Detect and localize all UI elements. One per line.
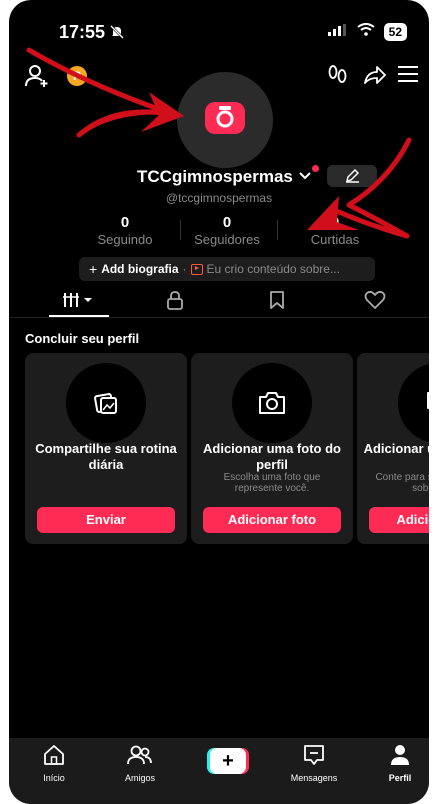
notification-dot bbox=[312, 165, 319, 172]
signal-icon bbox=[327, 23, 348, 41]
card-add-bio: Adicionar uma biografia Conte para seus … bbox=[357, 353, 429, 544]
bio-pill[interactable]: + Add biografia · Eu crio conteúdo sobre… bbox=[79, 257, 375, 281]
nav-label: Início bbox=[43, 773, 65, 783]
card-icon-circle bbox=[66, 363, 146, 443]
section-title: Concluir seu perfil bbox=[25, 331, 140, 346]
stat-value: 0 bbox=[120, 214, 130, 231]
footprints-icon[interactable] bbox=[327, 64, 349, 91]
nav-friends[interactable]: Amigos bbox=[105, 744, 175, 783]
home-icon bbox=[42, 745, 66, 770]
stat-label: Seguindo bbox=[97, 232, 153, 247]
silent-bell-icon bbox=[109, 24, 125, 45]
lock-icon bbox=[165, 290, 185, 315]
card-description: Escolha uma foto que represente você. bbox=[223, 472, 321, 494]
plus-icon: + bbox=[210, 748, 246, 774]
video-icon bbox=[190, 263, 203, 275]
tab-liked[interactable] bbox=[345, 288, 405, 316]
stat-likes[interactable]: 0 Curtidas bbox=[285, 214, 385, 247]
nav-profile[interactable]: Perfil bbox=[365, 744, 429, 783]
nav-label: Amigos bbox=[124, 773, 155, 783]
bookmark-icon bbox=[268, 290, 286, 315]
grid-icon bbox=[62, 291, 96, 314]
menu-icon[interactable] bbox=[397, 64, 419, 89]
nav-label: Mensagens bbox=[290, 773, 338, 783]
photos-icon bbox=[93, 390, 119, 421]
stat-following[interactable]: 0 Seguindo bbox=[75, 214, 175, 247]
add-friend-icon[interactable] bbox=[25, 64, 51, 93]
nav-messages[interactable]: Mensagens bbox=[279, 744, 349, 783]
card-title: Adicionar uma biografia bbox=[363, 441, 429, 456]
phone-screen: 17:55 52 P TCCgimnospermas @tccgimnosper… bbox=[9, 0, 429, 804]
nav-home[interactable]: Início bbox=[19, 744, 89, 783]
nav-label: Perfil bbox=[388, 773, 412, 783]
inbox-icon bbox=[302, 745, 326, 770]
tab-saved[interactable] bbox=[247, 288, 307, 316]
stat-divider bbox=[277, 220, 278, 240]
stat-value: 0 bbox=[330, 214, 340, 231]
coins-badge[interactable]: P bbox=[67, 66, 87, 86]
plus-icon: + bbox=[89, 261, 98, 277]
stat-label: Seguidores bbox=[194, 232, 260, 247]
camera-icon bbox=[257, 390, 287, 421]
card-icon-circle bbox=[398, 363, 429, 443]
profile-avatar[interactable] bbox=[177, 72, 273, 168]
send-button[interactable]: Enviar bbox=[37, 507, 175, 533]
bio-separator: · bbox=[182, 262, 187, 276]
battery-indicator: 52 bbox=[383, 23, 407, 41]
add-bio-button[interactable]: Adicionar bio bbox=[369, 507, 429, 533]
heart-icon bbox=[364, 290, 386, 315]
edit-profile-button[interactable] bbox=[327, 165, 377, 187]
camera-icon bbox=[205, 102, 245, 134]
username-row: TCCgimnospermas bbox=[9, 165, 429, 189]
status-bar: 17:55 52 bbox=[9, 18, 429, 48]
content-prompt: Eu crio conteúdo sobre... bbox=[206, 262, 340, 276]
status-time: 17:55 bbox=[59, 22, 106, 42]
wifi-icon bbox=[357, 23, 375, 41]
stat-value: 0 bbox=[222, 214, 232, 231]
stat-followers[interactable]: 0 Seguidores bbox=[177, 214, 277, 247]
card-title: Compartilhe sua rotina diária bbox=[35, 441, 177, 472]
tab-videos[interactable] bbox=[49, 288, 109, 316]
profile-icon bbox=[389, 745, 411, 770]
profile-handle: @tccgimnospermas bbox=[165, 191, 273, 205]
profile-username[interactable]: TCCgimnospermas bbox=[137, 167, 293, 187]
profile-tabs bbox=[9, 288, 429, 318]
card-icon-circle bbox=[232, 363, 312, 443]
stat-label: Curtidas bbox=[310, 232, 360, 247]
card-description: Conte para seus seguidores sobre você. bbox=[375, 472, 429, 494]
card-title: Adicionar uma foto do perfil bbox=[203, 441, 341, 472]
card-share-routine: Compartilhe sua rotina diária Enviar bbox=[25, 353, 187, 544]
speech-bubble-icon bbox=[425, 390, 429, 421]
share-icon[interactable] bbox=[363, 64, 387, 91]
card-add-photo: Adicionar uma foto do perfil Escolha uma… bbox=[191, 353, 353, 544]
bottom-nav: Início Amigos + Mensagens Perfil bbox=[9, 738, 429, 804]
create-button[interactable]: + bbox=[207, 748, 249, 774]
chevron-down-icon[interactable] bbox=[299, 169, 311, 187]
complete-profile-cards: Compartilhe sua rotina diária Enviar Adi… bbox=[25, 353, 429, 545]
active-tab-indicator bbox=[49, 315, 109, 317]
tab-private[interactable] bbox=[145, 288, 205, 316]
add-photo-button[interactable]: Adicionar foto bbox=[203, 507, 341, 533]
friends-icon bbox=[127, 745, 153, 770]
add-bio-label: Add biografia bbox=[101, 262, 179, 276]
